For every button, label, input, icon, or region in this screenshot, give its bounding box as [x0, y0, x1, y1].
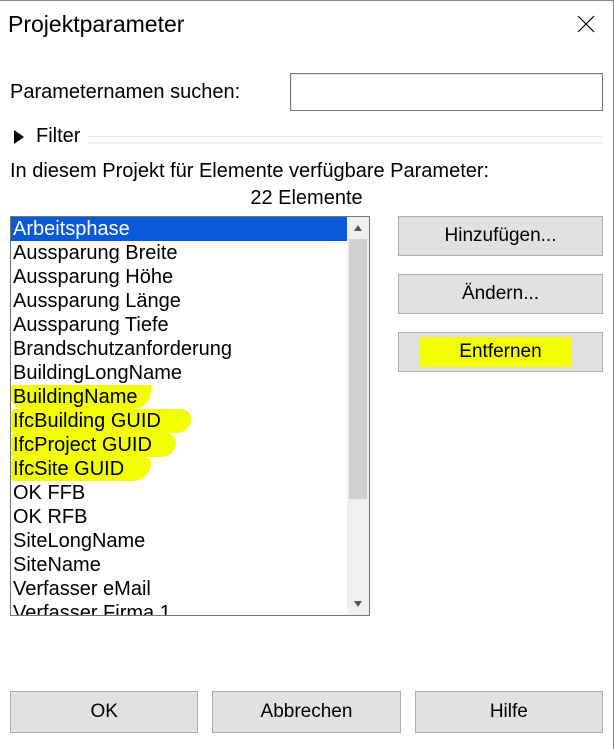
- list-item-label: Aussparung Breite: [13, 242, 178, 264]
- add-button-label: Hinzufügen...: [445, 225, 557, 246]
- cancel-button-label: Abbrechen: [261, 701, 353, 722]
- search-label: Parameternamen suchen:: [10, 81, 290, 104]
- help-button[interactable]: Hilfe: [415, 691, 603, 733]
- list-item[interactable]: Verfasser Firma 1: [11, 601, 347, 615]
- list-item[interactable]: IfcSite GUID: [11, 457, 347, 481]
- list-item[interactable]: OK RFB: [11, 505, 347, 529]
- list-item-label: Verfasser eMail: [13, 578, 151, 600]
- list-item[interactable]: OK FFB: [11, 481, 347, 505]
- chevron-up-icon: [353, 223, 363, 233]
- list-item-label: Verfasser Firma 1: [13, 602, 171, 615]
- list-item[interactable]: Arbeitsphase: [11, 217, 347, 241]
- list-item-label: SiteName: [13, 554, 101, 576]
- chevron-down-icon: [353, 599, 363, 609]
- close-icon: [577, 15, 595, 33]
- edit-button[interactable]: Ändern...: [398, 274, 603, 314]
- ok-button-label: OK: [90, 701, 117, 722]
- scrollbar[interactable]: [347, 217, 369, 615]
- scrollbar-track[interactable]: [347, 239, 369, 593]
- list-item-label: Arbeitsphase: [13, 218, 130, 240]
- scroll-down-button[interactable]: [347, 593, 369, 615]
- list-item-label: Aussparung Tiefe: [13, 314, 169, 336]
- cancel-button[interactable]: Abbrechen: [212, 691, 400, 733]
- remove-button[interactable]: Entfernen: [398, 332, 603, 372]
- list-item-label: SiteLongName: [13, 530, 145, 552]
- list-item-label: Aussparung Höhe: [13, 266, 173, 288]
- remove-button-label: Entfernen: [459, 341, 541, 362]
- disclosure-triangle-icon: [14, 130, 24, 144]
- filter-label: Filter: [36, 125, 80, 148]
- list-item[interactable]: BuildingName: [11, 385, 347, 409]
- list-item[interactable]: Aussparung Länge: [11, 289, 347, 313]
- list-item-label: OK FFB: [13, 482, 85, 504]
- list-item-label: IfcSite GUID: [13, 458, 124, 480]
- list-item[interactable]: SiteName: [11, 553, 347, 577]
- list-item-label: Brandschutzanforderung: [13, 338, 232, 360]
- list-item[interactable]: Verfasser eMail: [11, 577, 347, 601]
- list-item[interactable]: Aussparung Tiefe: [11, 313, 347, 337]
- list-item[interactable]: Brandschutzanforderung: [11, 337, 347, 361]
- available-parameters-label: In diesem Projekt für Elemente verfügbar…: [10, 160, 603, 183]
- list-item-label: IfcProject GUID: [13, 434, 152, 456]
- search-input[interactable]: [290, 73, 603, 111]
- list-item-label: BuildingName: [13, 386, 138, 408]
- filter-divider: [88, 136, 603, 144]
- list-item-label: OK RFB: [13, 506, 87, 528]
- parameter-listbox[interactable]: ArbeitsphaseAussparung BreiteAussparung …: [10, 216, 370, 616]
- list-item[interactable]: IfcBuilding GUID: [11, 409, 347, 433]
- list-item[interactable]: SiteLongName: [11, 529, 347, 553]
- window-title: Projektparameter: [8, 11, 184, 38]
- filter-section[interactable]: Filter: [14, 125, 603, 148]
- list-item[interactable]: Aussparung Höhe: [11, 265, 347, 289]
- list-item[interactable]: Aussparung Breite: [11, 241, 347, 265]
- list-item-label: IfcBuilding GUID: [13, 410, 161, 432]
- list-item[interactable]: IfcProject GUID: [11, 433, 347, 457]
- list-item-label: BuildingLongName: [13, 362, 182, 384]
- add-button[interactable]: Hinzufügen...: [398, 216, 603, 256]
- edit-button-label: Ändern...: [462, 283, 539, 304]
- list-item[interactable]: BuildingLongName: [11, 361, 347, 385]
- list-item-label: Aussparung Länge: [13, 290, 181, 312]
- element-count-label: 22 Elemente: [10, 187, 603, 210]
- scrollbar-thumb[interactable]: [349, 239, 367, 499]
- ok-button[interactable]: OK: [10, 691, 198, 733]
- help-button-label: Hilfe: [490, 701, 528, 722]
- scroll-up-button[interactable]: [347, 217, 369, 239]
- close-button[interactable]: [571, 9, 601, 39]
